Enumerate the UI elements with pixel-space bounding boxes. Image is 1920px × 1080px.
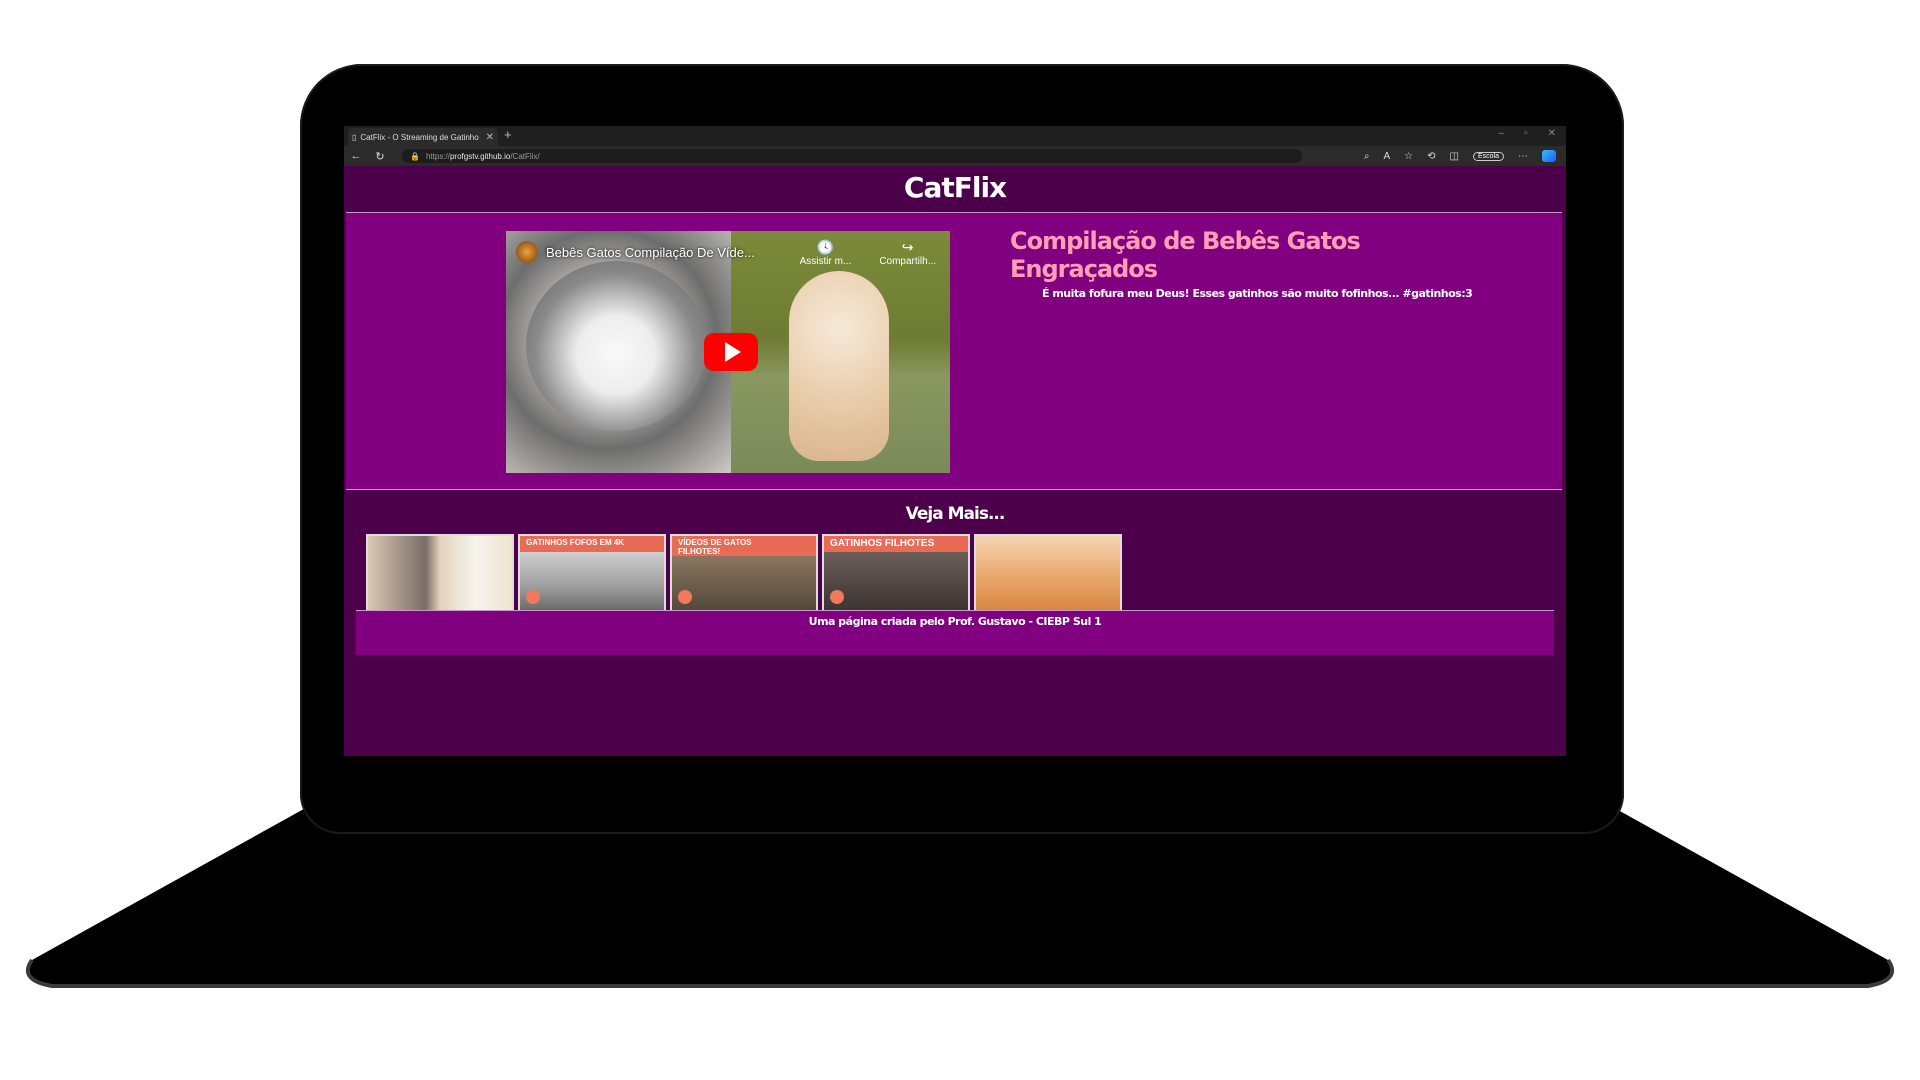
see-more-section: Veja Mais... GATINHOS FOFOS EM 4K VÍDEOS… — [352, 490, 1558, 612]
zoom-icon[interactable]: ⌕ — [1364, 151, 1370, 162]
refresh-icon[interactable]: ↻ — [368, 150, 392, 163]
close-tab-icon[interactable]: ✕ — [486, 132, 494, 143]
watch-later-button[interactable]: 🕓 Assistir m... — [800, 239, 852, 267]
site-title: CatFlix — [903, 171, 1007, 204]
video-thumbnail-right — [731, 231, 950, 473]
window-controls: – ▫ ✕ — [1499, 128, 1557, 139]
see-more-title: Veja Mais... — [905, 504, 1006, 524]
more-menu-icon[interactable]: ⋯ — [1518, 151, 1528, 162]
close-window-icon[interactable]: ✕ — [1548, 128, 1556, 139]
channel-avatar[interactable] — [516, 241, 538, 263]
lock-badge-icon — [678, 590, 692, 604]
featured-section: Bebês Gatos Compilação De Víde... 🕓 Assi… — [346, 212, 1562, 490]
kitten-image — [789, 271, 889, 461]
watch-later-label: Assistir m... — [799, 256, 852, 267]
split-screen-icon[interactable]: ◫ — [1450, 151, 1459, 162]
back-icon[interactable]: ← — [344, 150, 368, 162]
video-thumbnail[interactable] — [366, 534, 514, 612]
tab-favicon-icon: ▯ — [352, 132, 357, 142]
youtube-video-embed[interactable]: Bebês Gatos Compilação De Víde... 🕓 Assi… — [506, 231, 950, 473]
thumbnail-row: GATINHOS FOFOS EM 4K VÍDEOS DE GATOS FIL… — [366, 534, 1122, 612]
url-field[interactable]: 🔒 https://profgstv.github.io/CatFlix/ — [402, 149, 1302, 163]
video-actions: 🕓 Assistir m... ↪ Compartilh... — [800, 239, 936, 267]
tab-title: CatFlix - O Streaming de Gatinho — [360, 132, 479, 142]
video-thumbnail[interactable]: GATINHOS FILHOTES — [822, 534, 970, 612]
kitten-image — [526, 261, 706, 431]
extensions-icon[interactable]: ⟲ — [1427, 151, 1435, 162]
thumbnail-caption: VÍDEOS DE GATOS FILHOTES! — [678, 538, 752, 556]
lock-badge-icon — [526, 590, 540, 604]
webpage: CatFlix Bebês Gatos Compilação De Víde..… — [344, 166, 1566, 756]
video-title-bar[interactable]: Bebês Gatos Compilação De Víde... — [516, 241, 755, 263]
share-label: Compartilh... — [879, 256, 936, 267]
browser-tab-bar: ▯ CatFlix - O Streaming de Gatinho ✕ + –… — [344, 126, 1566, 146]
profile-button[interactable]: Escola — [1472, 151, 1504, 161]
thumbnail-caption: GATINHOS FOFOS EM 4K — [526, 538, 625, 547]
laptop-screen: ▯ CatFlix - O Streaming de Gatinho ✕ + –… — [344, 126, 1566, 756]
video-thumbnail-left — [506, 231, 731, 473]
url-host: profgstv.github.io — [449, 151, 511, 161]
page-footer: Uma página criada pelo Prof. Gustavo - C… — [356, 610, 1554, 655]
browser-tab[interactable]: ▯ CatFlix - O Streaming de Gatinho ✕ — [348, 128, 498, 146]
video-thumbnail[interactable]: GATINHOS FOFOS EM 4K — [518, 534, 666, 612]
share-button[interactable]: ↪ Compartilh... — [879, 239, 936, 267]
new-tab-icon[interactable]: + — [504, 127, 512, 142]
video-heading: Compilação de Bebês Gatos Engraçados — [1010, 227, 1361, 283]
browser-tools: ⌕ A ☆ ⟲ ◫ Escola ⋯ — [1364, 150, 1556, 162]
thumbnail-caption: GATINHOS FILHOTES — [830, 538, 935, 549]
url-prefix: https:// — [425, 151, 450, 161]
video-caption: É muita fofura meu Deus! Esses gatinhos … — [1042, 287, 1473, 300]
video-thumbnail[interactable] — [974, 534, 1122, 612]
lock-badge-icon — [830, 590, 844, 604]
lock-icon: 🔒 — [410, 151, 420, 161]
restore-icon[interactable]: ▫ — [1524, 128, 1528, 139]
video-title[interactable]: Bebês Gatos Compilação De Víde... — [546, 245, 755, 260]
favorite-star-icon[interactable]: ☆ — [1404, 151, 1413, 162]
read-aloud-icon[interactable]: A — [1384, 151, 1391, 162]
copilot-icon[interactable] — [1542, 150, 1556, 162]
url-path: /CatFlix/ — [510, 151, 540, 161]
address-bar-row: ← ↻ 🔒 https://profgstv.github.io/CatFlix… — [344, 146, 1566, 166]
share-icon: ↪ — [901, 239, 914, 255]
clock-icon: 🕓 — [816, 239, 835, 255]
video-description: Compilação de Bebês Gatos Engraçados É m… — [1010, 227, 1490, 300]
minimize-icon[interactable]: – — [1499, 128, 1505, 139]
play-button[interactable] — [704, 333, 758, 371]
video-thumbnail[interactable]: VÍDEOS DE GATOS FILHOTES! — [670, 534, 818, 612]
